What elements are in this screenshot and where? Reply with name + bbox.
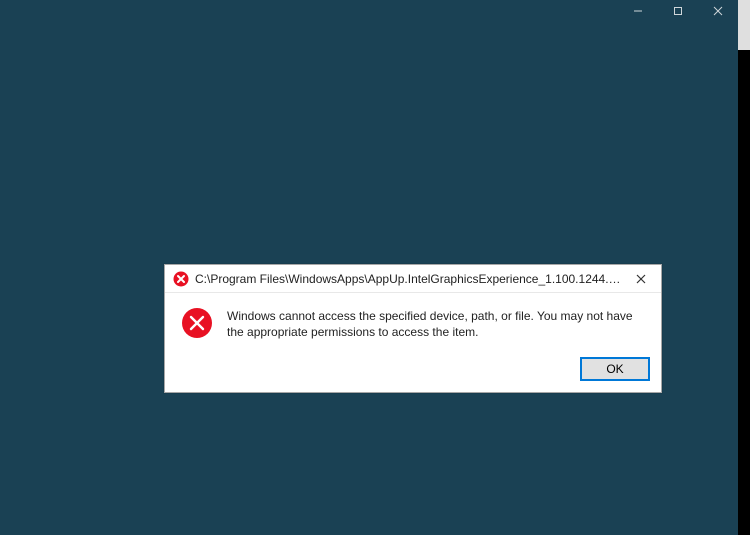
dialog-message: Windows cannot access the specified devi… xyxy=(227,307,645,340)
maximize-button[interactable] xyxy=(658,0,698,22)
outer-titlebar xyxy=(0,0,750,22)
error-icon xyxy=(181,307,213,339)
minimize-icon xyxy=(633,6,643,16)
close-icon xyxy=(713,6,723,16)
ok-button[interactable]: OK xyxy=(581,358,649,380)
maximize-icon xyxy=(673,6,683,16)
error-icon xyxy=(173,271,189,287)
close-icon xyxy=(636,274,646,284)
right-black-strip xyxy=(738,50,750,535)
right-gray-strip xyxy=(738,22,750,50)
close-button[interactable] xyxy=(698,0,738,22)
error-dialog: C:\Program Files\WindowsApps\AppUp.Intel… xyxy=(164,264,662,393)
dialog-footer: OK xyxy=(165,350,661,392)
dialog-close-button[interactable] xyxy=(627,269,655,289)
dialog-titlebar: C:\Program Files\WindowsApps\AppUp.Intel… xyxy=(165,265,661,293)
minimize-button[interactable] xyxy=(618,0,658,22)
window-controls xyxy=(618,0,738,22)
dialog-body: Windows cannot access the specified devi… xyxy=(165,293,661,350)
dialog-title: C:\Program Files\WindowsApps\AppUp.Intel… xyxy=(195,272,627,286)
